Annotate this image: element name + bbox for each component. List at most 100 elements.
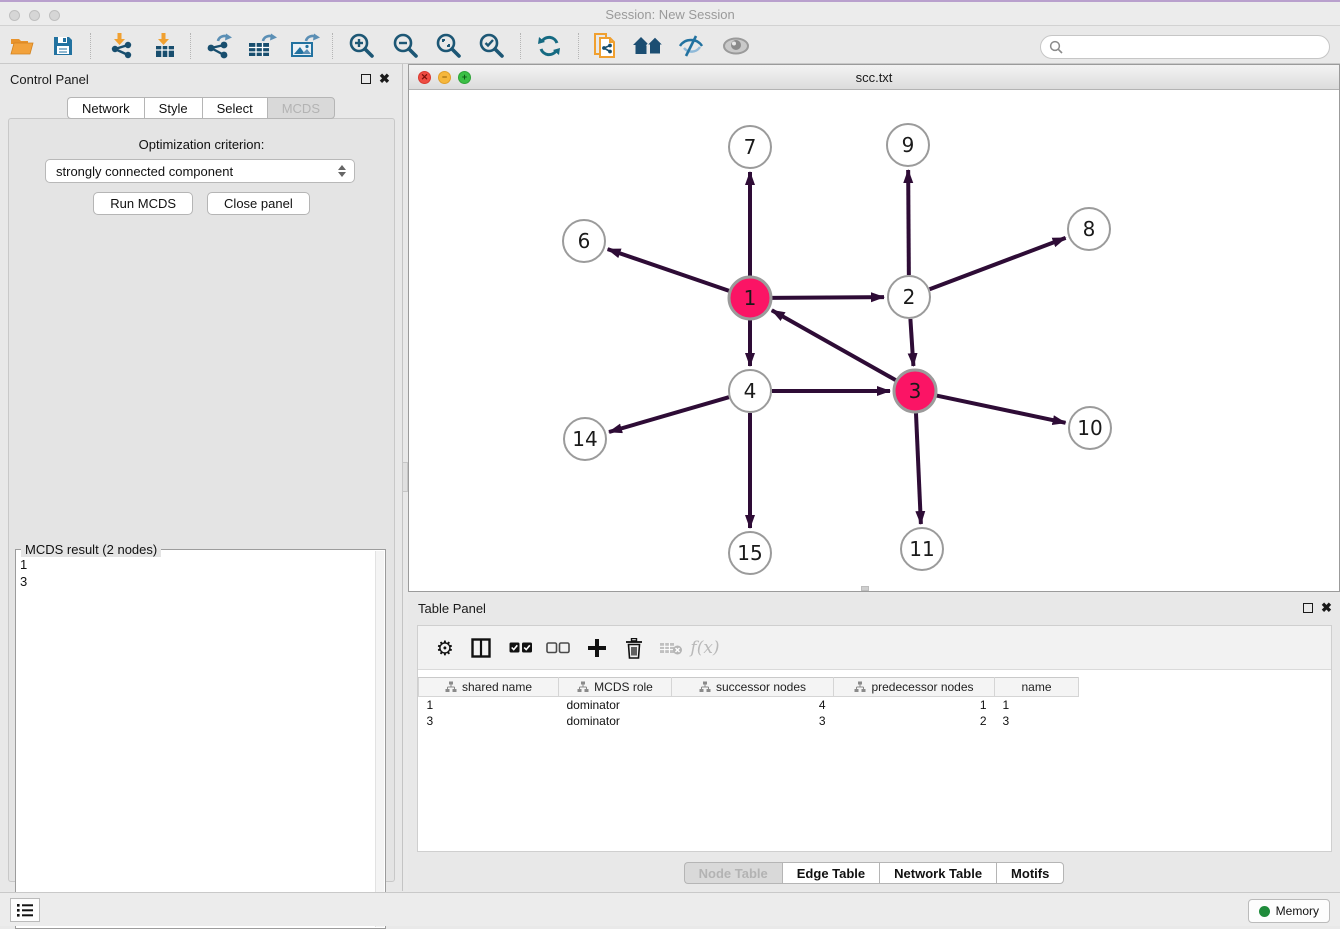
home-layout-icon[interactable]: [631, 31, 665, 61]
graph-edge-4-14[interactable]: [609, 397, 729, 432]
tab-motifs[interactable]: Motifs: [996, 862, 1064, 884]
graph-edge-2-9[interactable]: [908, 170, 909, 275]
toolbar-separator: [332, 33, 333, 59]
network-window-title: scc.txt: [409, 70, 1339, 85]
table-panel: Table Panel ✖ ⚙ f(x): [408, 594, 1340, 890]
column-label: predecessor nodes: [871, 680, 973, 694]
export-table-icon[interactable]: [245, 31, 279, 61]
panel-splitter-handle[interactable]: [402, 462, 408, 492]
table-cell[interactable]: 4: [672, 697, 834, 713]
result-scrollbar[interactable]: [375, 551, 384, 927]
column-header-predecessor-nodes[interactable]: predecessor nodes: [834, 678, 995, 697]
import-table-icon[interactable]: [148, 31, 182, 61]
graph-edge-2-8[interactable]: [930, 238, 1066, 289]
graph-node-label-8: 8: [1083, 217, 1096, 241]
select-all-icon[interactable]: [506, 633, 536, 663]
add-column-icon[interactable]: [582, 633, 612, 663]
network-window-titlebar[interactable]: ✕ − + scc.txt: [409, 65, 1339, 90]
table-cell[interactable]: 3: [419, 713, 559, 729]
network-splitter-handle[interactable]: [861, 586, 869, 591]
toolbar-separator: [520, 33, 521, 59]
delete-table-icon[interactable]: [656, 633, 686, 663]
tab-node-table[interactable]: Node Table: [684, 862, 782, 884]
column-header-successor-nodes[interactable]: successor nodes: [672, 678, 834, 697]
zoom-fit-icon[interactable]: [432, 31, 466, 61]
column-header-shared-name[interactable]: shared name: [419, 678, 559, 697]
column-label: successor nodes: [716, 680, 806, 694]
column-header-MCDS-role[interactable]: MCDS role: [559, 678, 672, 697]
table-row[interactable]: 3dominator323: [419, 713, 1079, 729]
graph-edges: [608, 170, 1066, 528]
delete-column-icon[interactable]: [619, 633, 649, 663]
table-cell[interactable]: 3: [672, 713, 834, 729]
hide-selected-icon[interactable]: [674, 31, 708, 61]
import-network-icon[interactable]: [104, 31, 138, 61]
node-table[interactable]: shared name MCDS role successor nodes prede…: [418, 677, 1079, 729]
run-mcds-button[interactable]: Run MCDS: [93, 192, 193, 215]
table-cell[interactable]: dominator: [559, 697, 672, 713]
columns-icon[interactable]: [466, 633, 496, 663]
graph-edge-2-3[interactable]: [910, 319, 913, 366]
memory-label: Memory: [1276, 904, 1319, 918]
zoom-in-icon[interactable]: [345, 31, 379, 61]
graph-node-label-7: 7: [744, 135, 757, 159]
float-table-panel-icon[interactable]: [1303, 603, 1313, 613]
table-cell[interactable]: 1: [995, 697, 1079, 713]
tab-edge-table[interactable]: Edge Table: [782, 862, 879, 884]
tab-select[interactable]: Select: [202, 97, 267, 119]
search-field[interactable]: [1040, 35, 1330, 59]
deselect-all-icon[interactable]: [543, 633, 573, 663]
table-tabs: Node Table Edge Table Network Table Moti…: [408, 862, 1340, 884]
show-all-icon[interactable]: [719, 31, 753, 61]
export-image-icon[interactable]: [288, 31, 322, 61]
column-label: MCDS role: [594, 680, 653, 694]
table-cell[interactable]: 1: [834, 697, 995, 713]
refresh-icon[interactable]: [532, 31, 566, 61]
list-icon: [16, 903, 34, 918]
close-panel-icon[interactable]: ✖: [379, 72, 390, 85]
graph-edge-3-10[interactable]: [937, 396, 1066, 423]
float-panel-icon[interactable]: [361, 74, 371, 84]
table-cell[interactable]: dominator: [559, 713, 672, 729]
tab-network-table[interactable]: Network Table: [879, 862, 996, 884]
session-title: Session: New Session: [0, 7, 1340, 22]
column-label: shared name: [462, 680, 532, 694]
shared-column-icon: [445, 681, 457, 693]
column-header-name[interactable]: name: [995, 678, 1079, 697]
close-panel-button[interactable]: Close panel: [207, 192, 310, 215]
graph-edge-3-1[interactable]: [772, 310, 896, 380]
tab-mcds[interactable]: MCDS: [267, 97, 335, 119]
chevron-updown-icon: [335, 162, 348, 180]
graph-edge-3-11[interactable]: [916, 413, 921, 524]
task-history-button[interactable]: [10, 898, 40, 922]
memory-button[interactable]: Memory: [1248, 899, 1330, 923]
status-bar: Memory: [0, 892, 1340, 926]
control-panel-title: Control Panel: [10, 72, 89, 87]
tab-network[interactable]: Network: [67, 97, 144, 119]
graph-node-label-2: 2: [903, 285, 916, 309]
table-cell[interactable]: 1: [419, 697, 559, 713]
table-cell[interactable]: 2: [834, 713, 995, 729]
graph-node-label-10: 10: [1077, 416, 1102, 440]
export-network-icon[interactable]: [202, 31, 236, 61]
graph-node-label-4: 4: [744, 379, 757, 403]
table-cell[interactable]: 3: [995, 713, 1079, 729]
clone-network-icon[interactable]: [588, 31, 622, 61]
zoom-selected-icon[interactable]: [475, 31, 509, 61]
search-input[interactable]: [1068, 40, 1329, 54]
graph-edge-1-2[interactable]: [772, 297, 884, 298]
graph-edge-1-6[interactable]: [608, 249, 730, 291]
gear-icon[interactable]: ⚙: [430, 633, 460, 663]
optimization-criterion-select[interactable]: strongly connected component: [45, 159, 355, 183]
save-session-icon[interactable]: [46, 31, 80, 61]
tab-style[interactable]: Style: [144, 97, 202, 119]
open-file-icon[interactable]: [5, 31, 39, 61]
fx-label: f(x): [690, 638, 719, 658]
zoom-out-icon[interactable]: [389, 31, 423, 61]
toolbar-separator: [90, 33, 91, 59]
table-row[interactable]: 1dominator411: [419, 697, 1079, 713]
close-table-panel-icon[interactable]: ✖: [1321, 601, 1332, 614]
function-builder-icon: f(x): [690, 633, 720, 663]
toolbar-separator: [578, 33, 579, 59]
network-canvas[interactable]: 7968124314101511: [409, 90, 1339, 591]
